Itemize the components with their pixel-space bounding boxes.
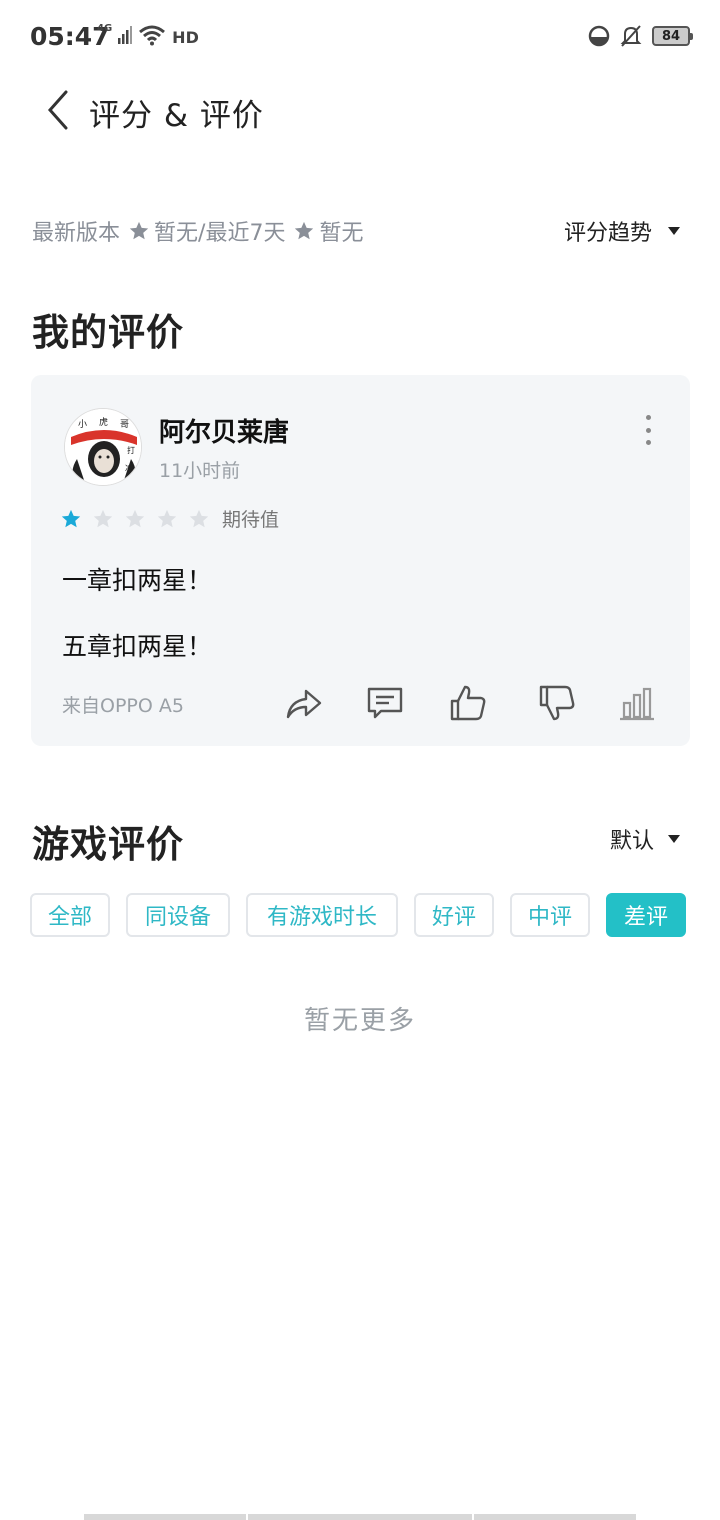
caret-down-icon: [668, 835, 680, 843]
chevron-left-icon[interactable]: [38, 88, 78, 132]
latest-version-label: 最新版本: [32, 221, 121, 246]
avatar-char: 打: [127, 445, 135, 455]
nav-hint-bar: [474, 1514, 636, 1520]
rating-label: 期待值: [222, 509, 280, 531]
star-icon: [157, 509, 177, 527]
avatar-char: 冲: [125, 463, 133, 473]
data-saver-icon: [588, 25, 610, 47]
avatar-char: 小: [78, 419, 87, 430]
like-icon[interactable]: [448, 683, 488, 723]
nav-hint-bar: [84, 1514, 246, 1520]
avatar[interactable]: 小 虎 哥 打 冲: [64, 408, 142, 486]
star-icon: [189, 509, 209, 527]
game-reviews-title: 游戏评价: [32, 823, 184, 866]
my-review-title: 我的评价: [32, 311, 184, 354]
filter-positive[interactable]: 好评: [414, 893, 494, 937]
device-source: 来自OPPO A5: [62, 695, 184, 717]
star-icon: [125, 509, 145, 527]
star-rating: 期待值: [60, 505, 279, 532]
recent-7-days-label: /最近7天: [198, 221, 286, 246]
battery-indicator: 84: [652, 26, 693, 46]
recent-value: 暂无: [319, 221, 364, 246]
my-review-card: 小 虎 哥 打 冲 阿尔贝莱唐 11小时前 期待值 一章扣两星！ 五章扣两星！ …: [31, 375, 690, 746]
bell-off-icon: [620, 25, 642, 47]
avatar-char: 哥: [120, 419, 129, 430]
avatar-char: 虎: [99, 416, 108, 428]
caret-down-icon: [668, 227, 680, 235]
empty-state-text: 暂无更多: [303, 1006, 416, 1036]
sort-dropdown[interactable]: 默认: [610, 823, 680, 855]
status-left-icons: 4G HD: [97, 24, 199, 46]
comment-icon[interactable]: [365, 683, 405, 723]
filter-same-device[interactable]: 同设备: [126, 893, 230, 937]
filter-neutral[interactable]: 中评: [510, 893, 590, 937]
review-time: 11小时前: [159, 460, 241, 482]
share-icon[interactable]: [284, 683, 324, 723]
star-icon: [129, 221, 149, 240]
username[interactable]: 阿尔贝莱唐: [159, 412, 289, 449]
star-icon: [295, 221, 314, 240]
page-title: 评分 & 评价: [89, 98, 264, 134]
filter-all[interactable]: 全部: [30, 893, 110, 937]
dislike-icon[interactable]: [537, 683, 577, 723]
more-options-icon[interactable]: [642, 415, 654, 445]
sort-label: 默认: [609, 829, 654, 854]
star-icon: [61, 509, 81, 527]
nav-hint-bar: [248, 1514, 472, 1520]
review-text-line: 五章扣两星！: [62, 632, 213, 661]
hd-label: HD: [172, 28, 199, 47]
status-right: 84: [588, 24, 693, 48]
review-text-line: 一章扣两星！: [62, 566, 213, 595]
star-icon: [93, 509, 113, 527]
rating-trend-label: 评分趋势: [563, 221, 652, 246]
network-type-label: 4G: [97, 23, 113, 34]
status-bar: 05:47 4G HD 84: [0, 0, 720, 76]
filter-has-playtime[interactable]: 有游戏时长: [246, 893, 398, 937]
rating-trend-dropdown[interactable]: 评分趋势: [564, 215, 680, 247]
latest-version-value: 暂无: [154, 221, 199, 246]
rating-summary: 最新版本 暂无 /最近7天 暂无: [32, 215, 363, 247]
signal-icon: [118, 26, 133, 44]
review-filters: 全部 同设备 有游戏时长 好评 中评 差评: [30, 893, 686, 937]
filter-negative[interactable]: 差评: [606, 893, 686, 937]
stats-icon[interactable]: [618, 683, 658, 723]
wifi-icon: [139, 25, 166, 46]
